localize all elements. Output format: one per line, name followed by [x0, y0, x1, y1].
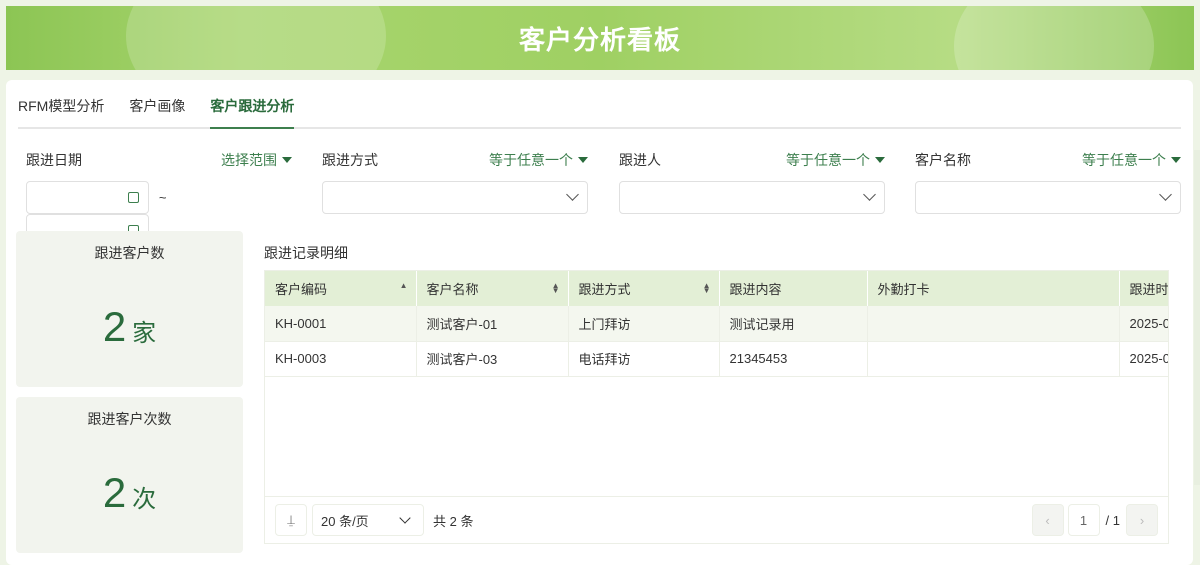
- calendar-icon: [128, 192, 139, 203]
- cell: KH-0003: [265, 341, 417, 377]
- cell: 2025-03-: [1119, 341, 1168, 377]
- filter-person: 跟进人 等于任意一个: [619, 150, 885, 214]
- chevron-down-icon: [1159, 188, 1172, 201]
- filter-label: 跟进人: [619, 152, 661, 168]
- stat-value: 2: [102, 469, 127, 516]
- filter-method: 跟进方式 等于任意一个: [322, 150, 588, 214]
- tab-bar: RFM模型分析 客户画像 客户跟进分析: [18, 80, 1181, 129]
- stat-unit: 次: [132, 486, 157, 513]
- records-table: 客户编码▲ 客户名称▲▼ 跟进方式▲▼ 跟进内容 外勤打卡 跟进时间 KH-00…: [264, 270, 1169, 544]
- filter-label: 跟进方式: [322, 152, 378, 168]
- records-title: 跟进记录明细: [264, 245, 348, 261]
- main-card: RFM模型分析 客户画像 客户跟进分析 跟进日期 选择范围 ~ 跟进方式 等于任意一…: [6, 80, 1193, 565]
- filter-label: 客户名称: [915, 152, 971, 168]
- method-select[interactable]: [322, 181, 588, 214]
- column-header[interactable]: 跟进方式 ▲ ▼: [568, 271, 720, 306]
- filter-customer: 客户名称 等于任意一个: [915, 150, 1181, 214]
- cell: 测试记录用: [719, 306, 868, 342]
- cell: [867, 341, 1120, 377]
- prev-page-button[interactable]: ‹: [1031, 504, 1064, 536]
- page-input[interactable]: 1: [1067, 504, 1100, 536]
- date-start-input[interactable]: [26, 181, 149, 214]
- sort-icon[interactable]: ▲ ▼: [552, 282, 560, 295]
- chevron-down-icon: [566, 188, 579, 201]
- page-total: / 1: [1105, 512, 1120, 528]
- column-header[interactable]: 外勤打卡: [867, 271, 1120, 306]
- stat-customers: 跟进客户数 2家: [16, 231, 243, 387]
- customer-select[interactable]: [915, 181, 1181, 214]
- cell: 2025-02-: [1119, 306, 1168, 342]
- cell: [867, 306, 1120, 342]
- page-title: 客户分析看板: [518, 24, 681, 55]
- page-size-select[interactable]: 20 条/页: [312, 504, 424, 536]
- table-row[interactable]: KH-0001测试客户-01上门拜访测试记录用 2025-02-: [265, 306, 1168, 342]
- person-select[interactable]: [619, 181, 885, 214]
- filter-operator[interactable]: 等于任意一个: [786, 150, 885, 174]
- column-header[interactable]: 客户编码 ▲: [265, 271, 417, 306]
- tab-portrait[interactable]: 客户画像: [129, 80, 185, 129]
- filter-operator[interactable]: 选择范围: [221, 150, 292, 174]
- stat-unit: 家: [132, 320, 157, 347]
- header-banner: 客户分析看板: [6, 6, 1194, 70]
- column-header[interactable]: 客户名称 ▲ ▼: [416, 271, 569, 306]
- filter-operator[interactable]: 等于任意一个: [489, 150, 588, 174]
- sort-asc-icon[interactable]: ▲: [400, 282, 408, 290]
- range-separator: ~: [158, 190, 167, 205]
- sort-icon[interactable]: ▲ ▼: [703, 282, 711, 295]
- filter-operator[interactable]: 等于任意一个: [1082, 150, 1181, 174]
- stat-title: 跟进客户数: [94, 245, 165, 261]
- total-count: 共 2 条: [433, 513, 474, 529]
- tab-rfm[interactable]: RFM模型分析: [18, 80, 104, 129]
- chevron-down-icon: [399, 512, 411, 524]
- cell: 21345453: [719, 341, 868, 377]
- stat-title: 跟进客户次数: [87, 411, 172, 427]
- next-page-button[interactable]: ›: [1126, 504, 1158, 536]
- stat-visits: 跟进客户次数 2次: [16, 397, 243, 553]
- chevron-down-icon: [863, 188, 876, 201]
- cell: KH-0001: [265, 306, 417, 342]
- cell: 上门拜访: [568, 306, 720, 342]
- scrollbar[interactable]: [1194, 150, 1200, 485]
- cell: 测试客户-01: [416, 306, 569, 342]
- pagination: ⍊ 20 条/页 共 2 条 ‹ 1 / 1 ›: [265, 496, 1168, 543]
- cell: 电话拜访: [568, 341, 720, 377]
- tab-followup[interactable]: 客户跟进分析: [210, 80, 295, 129]
- filter-label: 跟进日期: [26, 152, 82, 168]
- cell: 测试客户-03: [416, 341, 569, 377]
- stat-value: 2: [102, 303, 127, 350]
- column-header[interactable]: 跟进时间: [1119, 271, 1168, 306]
- column-header[interactable]: 跟进内容: [719, 271, 868, 306]
- row-height-icon[interactable]: ⍊: [275, 504, 307, 536]
- table-row[interactable]: KH-0003测试客户-03电话拜访21345453 2025-03-: [265, 341, 1168, 377]
